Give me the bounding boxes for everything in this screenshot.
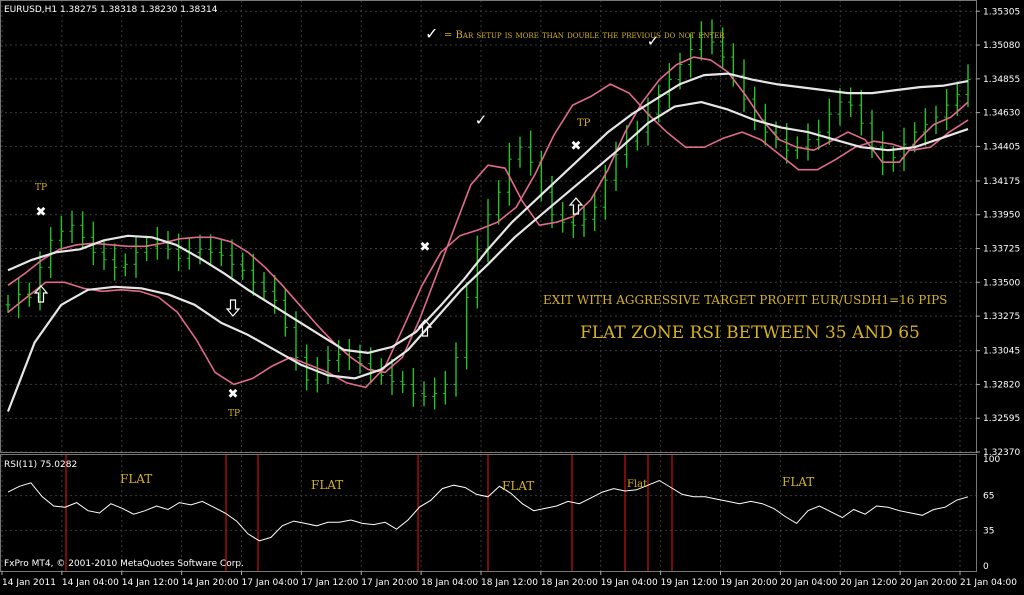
symbol-header: EURUSD,H1 1.38275 1.38318 1.38230 1.3831… [4, 5, 218, 15]
time-axis-label: 20 Jan 20:00 [900, 578, 957, 588]
price-axis-label: 1.33725 [983, 245, 1020, 255]
tp-label: TP [228, 409, 240, 419]
rsi-axis-label: 65 [983, 492, 994, 502]
price-axis-label: 1.35305 [983, 7, 1020, 17]
chart-canvas: ✖ ✖ ✖ ✖ ✓ ✓ 1.35305 1.35080 1.34855 1.34630 1.344… [0, 0, 1024, 595]
price-axis-label: 1.32595 [983, 414, 1020, 424]
price-axis-label: 1.34630 [983, 109, 1020, 119]
time-axis-label: 20 Jan 04:00 [780, 578, 837, 588]
time-axis-label: 18 Jan 12:00 [481, 578, 538, 588]
time-axis-label: 19 Jan 04:00 [601, 578, 658, 588]
time-axis-label: 20 Jan 12:00 [840, 578, 897, 588]
rsi-header: RSI(11) 75.0282 [4, 460, 77, 470]
flat-label: Flat [627, 479, 647, 490]
time-axis-label: 17 Jan 12:00 [301, 578, 358, 588]
exit-x-icon: ✖ [420, 240, 431, 255]
check-mark-icon: ✓ [475, 111, 488, 129]
time-axis-label: 14 Jan 04:00 [62, 578, 119, 588]
flat-zone-note: FLAT ZONE RSI BETWEEN 35 AND 65 [580, 323, 920, 343]
exit-x-icon: ✖ [571, 139, 582, 154]
rsi-axis-label: 35 [983, 526, 994, 536]
time-axis-label: 19 Jan 20:00 [721, 578, 778, 588]
copyright-text: FxPro MT4, © 2001-2010 MetaQuotes Softwa… [4, 559, 244, 569]
time-axis-label: 14 Jan 20:00 [182, 578, 239, 588]
time-axis-label: 21 Jan 04:00 [960, 578, 1017, 588]
price-axis-label: 1.33950 [983, 211, 1020, 221]
time-axis-label: 18 Jan 20:00 [541, 578, 598, 588]
rsi-axis-label: 0 [983, 562, 989, 572]
price-axis-label: 1.34175 [983, 177, 1020, 187]
price-axis-label: 1.35080 [983, 41, 1020, 51]
flat-label: FLAT [782, 475, 814, 489]
price-axis-label: 1.34855 [983, 75, 1020, 85]
rsi-axis-label: 100 [983, 455, 1000, 465]
time-axis-label: 14 Jan 12:00 [122, 578, 179, 588]
flat-label: FLAT [502, 479, 534, 493]
price-axis-label: 1.32820 [983, 380, 1020, 390]
time-axis-label: 14 Jan 2011 [2, 578, 56, 588]
tp-label: TP [577, 118, 591, 129]
exit-note: EXIT WITH AGGRESSIVE TARGET PROFIT EUR/U… [543, 293, 947, 307]
flat-label: FLAT [311, 478, 343, 492]
price-axis-label: 1.33045 [983, 347, 1020, 357]
exit-x-icon: ✖ [36, 205, 47, 220]
price-axis-label: 1.34405 [983, 142, 1020, 152]
exit-x-icon: ✖ [228, 387, 239, 402]
time-axis-label: 19 Jan 12:00 [661, 578, 718, 588]
time-axis-label: 17 Jan 20:00 [361, 578, 418, 588]
check-mark-icon: ✓ [425, 24, 438, 43]
tp-label: TP [35, 183, 47, 193]
price-axis-label: 1.33275 [983, 312, 1020, 322]
price-axis-label: 1.33500 [983, 278, 1020, 288]
bar-setup-note: = Bar setup is more than double the prev… [444, 30, 725, 41]
time-axis-label: 17 Jan 04:00 [242, 578, 299, 588]
time-axis-label: 18 Jan 04:00 [421, 578, 478, 588]
flat-label: FLAT [120, 472, 152, 486]
